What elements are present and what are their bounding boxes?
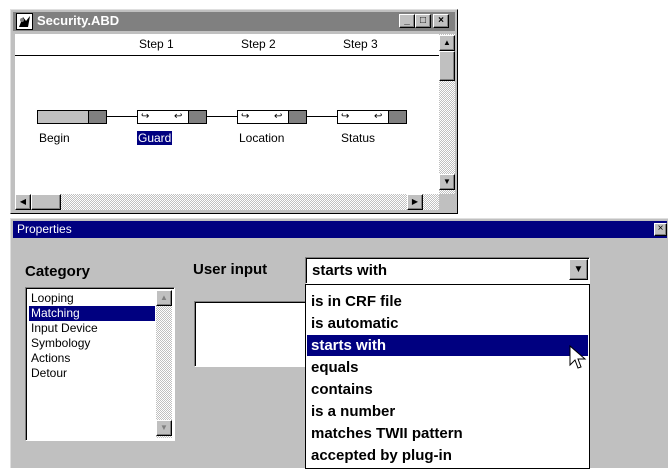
connector — [207, 116, 237, 117]
vertical-scrollbar[interactable]: ▲ ▼ — [439, 34, 455, 194]
user-input-heading: User input — [193, 261, 268, 278]
node-label-guard[interactable]: Guard — [137, 131, 173, 145]
maximize-button[interactable]: □ — [415, 14, 431, 28]
branch-arrows-icon: ↪ ↩ — [337, 110, 389, 124]
flow-node-location[interactable]: ↪ ↩ — [237, 110, 307, 124]
horizontal-scroll-thumb[interactable] — [31, 194, 61, 210]
step-header-3: Step 3 — [343, 37, 378, 51]
scroll-up-icon[interactable]: ▲ — [439, 35, 455, 51]
scroll-left-icon[interactable]: ◀ — [15, 194, 31, 210]
security-window-title: Security.ABD — [37, 13, 120, 28]
close-icon[interactable]: × — [654, 223, 667, 236]
app-icon — [16, 13, 33, 30]
close-button[interactable]: × — [433, 14, 449, 28]
category-list[interactable]: Looping Matching Input Device Symbology … — [25, 287, 175, 441]
flow-node-guard[interactable]: ↪ ↩ — [137, 110, 207, 124]
dropdown-option[interactable]: equals — [307, 357, 588, 378]
chevron-down-icon[interactable]: ▼ — [569, 259, 588, 280]
flow-canvas: Step 1 Step 2 Step 3 ↪ ↩ ↪ ↩ ↪ ↩ Begin Guar… — [15, 34, 455, 210]
mouse-cursor-icon — [569, 345, 587, 369]
branch-arrows-icon: ↪ ↩ — [237, 110, 289, 124]
minimize-button[interactable]: _ — [399, 14, 415, 28]
connector — [307, 116, 337, 117]
step-header-1: Step 1 — [139, 37, 174, 51]
step-header-2: Step 2 — [241, 37, 276, 51]
user-input-select-value: starts with — [312, 262, 388, 279]
list-item[interactable]: Actions — [29, 351, 155, 366]
branch-arrows-icon: ↪ ↩ — [137, 110, 189, 124]
list-item[interactable]: Symbology — [29, 336, 155, 351]
dropdown-option[interactable]: is in CRF file — [307, 291, 588, 312]
category-list-scrollbar[interactable]: ▲ ▼ — [156, 290, 172, 438]
scroll-right-icon[interactable]: ▶ — [407, 194, 423, 210]
list-item[interactable]: Looping — [29, 291, 155, 306]
properties-title-bar[interactable]: Properties × — [13, 221, 667, 238]
node-label-begin: Begin — [39, 131, 70, 145]
scroll-up-icon[interactable]: ▲ — [156, 290, 172, 306]
dropdown-option[interactable]: is a number — [307, 401, 588, 422]
dropdown-option-highlighted[interactable]: starts with — [307, 335, 588, 356]
horizontal-scrollbar[interactable]: ◀ ▶ — [15, 194, 439, 210]
connector — [107, 116, 137, 117]
flow-node-begin[interactable] — [37, 110, 107, 124]
flow-node-status[interactable]: ↪ ↩ — [337, 110, 407, 124]
scroll-down-icon[interactable]: ▼ — [156, 420, 172, 436]
dropdown-option[interactable]: matches TWII pattern — [307, 423, 588, 444]
dropdown-option[interactable]: contains — [307, 379, 588, 400]
list-item[interactable]: Matching — [29, 306, 155, 321]
properties-window: Properties × Category User input Looping… — [10, 218, 668, 469]
vertical-scroll-thumb[interactable] — [439, 51, 455, 81]
node-label-status: Status — [341, 131, 376, 145]
security-window: Security.ABD _ □ × Step 1 Step 2 Step 3 … — [10, 9, 458, 214]
list-item[interactable]: Input Device — [29, 321, 155, 336]
properties-window-title: Properties — [17, 222, 72, 236]
step-header-divider — [15, 55, 439, 56]
user-input-select[interactable]: starts with ▼ — [305, 257, 590, 284]
scroll-corner — [439, 194, 455, 210]
scroll-down-icon[interactable]: ▼ — [439, 174, 455, 190]
list-item[interactable]: Detour — [29, 366, 155, 381]
node-label-location: Location — [239, 131, 285, 145]
dropdown-option[interactable]: accepted by plug-in — [307, 445, 588, 466]
security-title-bar[interactable]: Security.ABD _ □ × — [13, 12, 455, 31]
user-input-dropdown[interactable]: is in CRF file is automatic starts with … — [305, 284, 590, 469]
category-heading: Category — [25, 263, 91, 280]
user-input-editor[interactable] — [194, 301, 306, 367]
dropdown-option[interactable]: is automatic — [307, 313, 588, 334]
